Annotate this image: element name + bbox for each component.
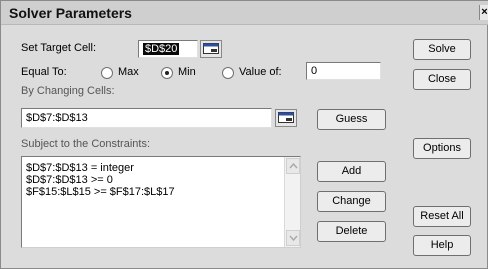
target-range-button[interactable]: [200, 40, 222, 58]
changing-cells-input[interactable]: $D$7:$D$13: [21, 108, 272, 128]
options-button[interactable]: Options: [413, 138, 471, 159]
changing-cells-label: By Changing Cells:: [21, 85, 115, 97]
solve-button[interactable]: Solve: [413, 39, 471, 60]
radio-value-of-label: Value of:: [239, 66, 282, 78]
range-select-icon: [203, 43, 219, 54]
change-button[interactable]: Change: [317, 191, 386, 212]
guess-button[interactable]: Guess: [317, 109, 386, 130]
close-button[interactable]: Close: [413, 69, 471, 90]
range-select-icon: [278, 112, 294, 123]
constraints-scrollbar[interactable]: [284, 157, 300, 247]
radio-max[interactable]: [101, 67, 113, 79]
help-button[interactable]: Help: [413, 235, 471, 256]
changing-range-button[interactable]: [275, 109, 297, 127]
solver-parameters-dialog: Solver Parameters × Set Target Cell: $D$…: [0, 0, 488, 269]
radio-min-label: Min: [178, 66, 196, 78]
list-item[interactable]: $D$7:$D$13 >= 0: [26, 174, 113, 186]
radio-min[interactable]: [161, 67, 173, 79]
value-of-input[interactable]: 0: [306, 62, 381, 80]
list-item[interactable]: $F$15:$L$15 >= $F$17:$L$17: [26, 186, 175, 198]
delete-button[interactable]: Delete: [317, 221, 386, 242]
chevron-up-icon: [289, 162, 298, 169]
chevron-down-icon: [289, 235, 298, 242]
target-cell-value: $D$20: [143, 43, 180, 55]
radio-max-label: Max: [118, 66, 139, 78]
add-button[interactable]: Add: [317, 161, 386, 182]
target-cell-label: Set Target Cell:: [21, 42, 97, 54]
dialog-title: Solver Parameters: [9, 5, 132, 21]
equal-to-label: Equal To:: [21, 66, 67, 78]
target-cell-input[interactable]: $D$20: [138, 40, 198, 58]
reset-all-button[interactable]: Reset All: [413, 206, 471, 227]
list-item[interactable]: $D$7:$D$13 = integer: [26, 162, 134, 174]
radio-value-of[interactable]: [222, 67, 234, 79]
close-icon[interactable]: ×: [479, 5, 488, 20]
scroll-up-arrow[interactable]: [286, 158, 300, 174]
constraints-list[interactable]: $D$7:$D$13 = integer $D$7:$D$13 >= 0 $F$…: [21, 156, 301, 248]
constraints-label: Subject to the Constraints:: [21, 138, 151, 150]
scroll-down-arrow[interactable]: [286, 230, 300, 246]
title-bar: Solver Parameters ×: [1, 1, 488, 25]
